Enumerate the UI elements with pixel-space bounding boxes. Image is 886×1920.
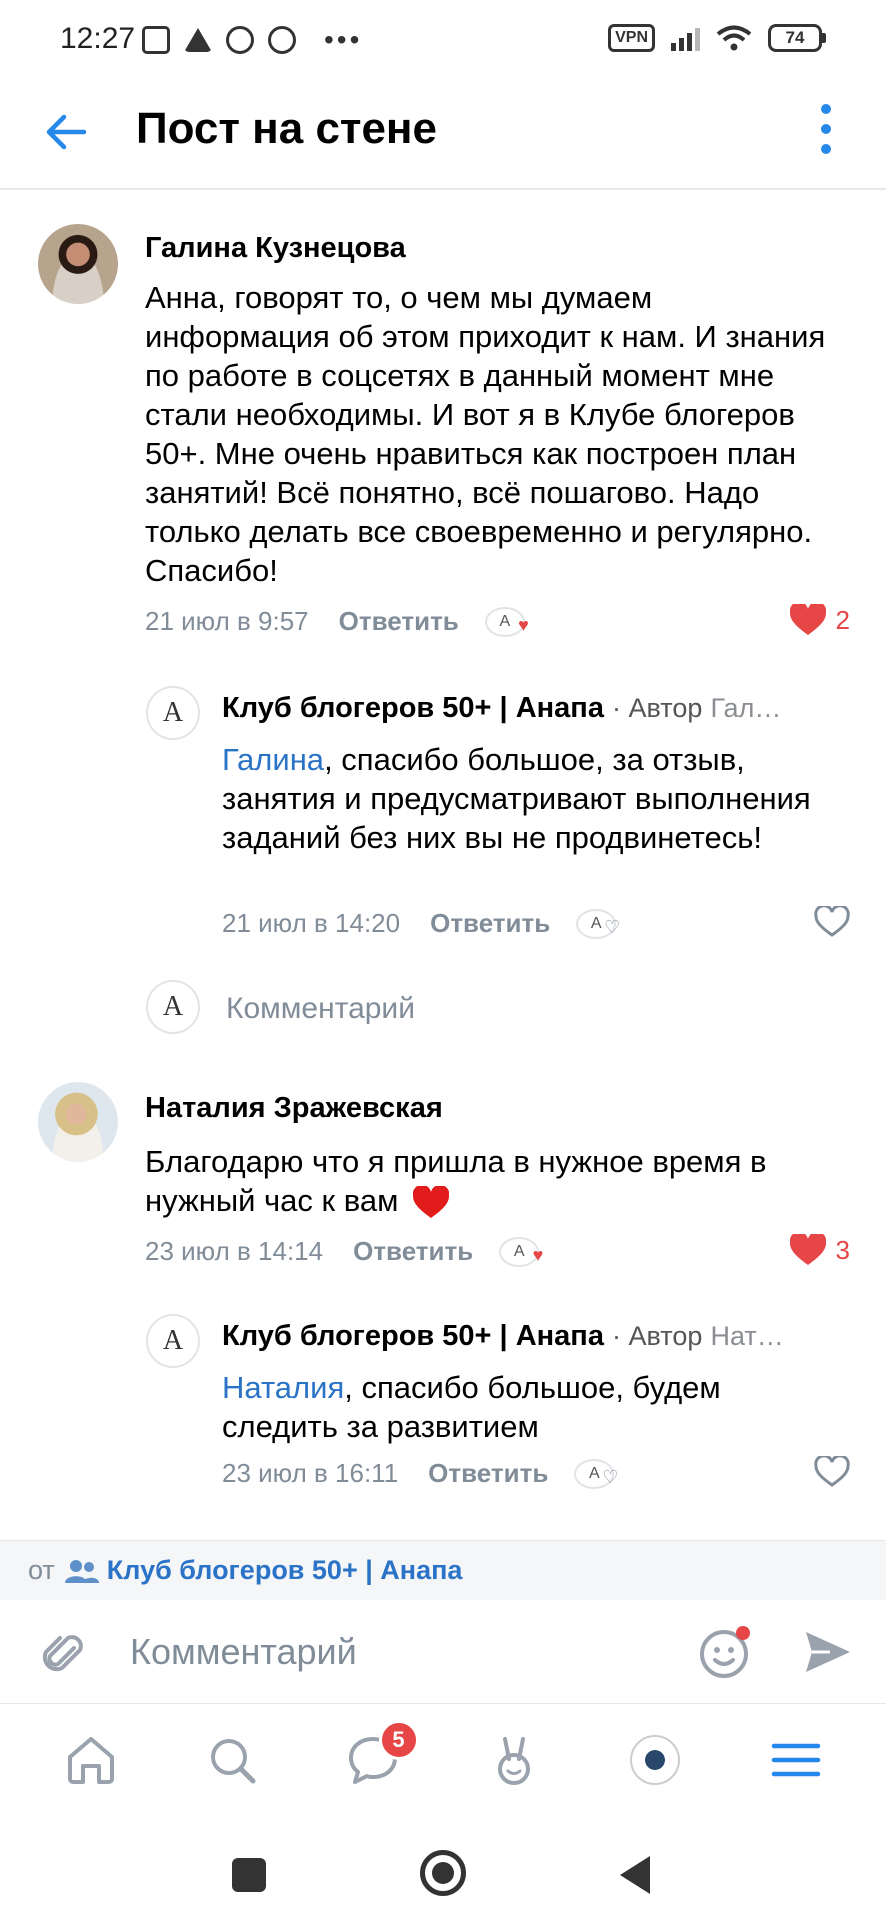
hamburger-menu-icon (771, 1743, 820, 1777)
heart-icon (789, 1234, 826, 1265)
post-as-bar[interactable]: от Клуб блогеров 50+ | Анапа (0, 1540, 886, 1600)
status-bar: 12:27 ••• VPN 74 (0, 0, 886, 80)
avatar[interactable] (38, 224, 118, 304)
page-title: Пост на стене (136, 104, 437, 153)
like-button[interactable] (814, 906, 850, 938)
reply-meta: 23 июл в 16:11 Ответить A ♡ (222, 1458, 618, 1489)
nfc-icon (142, 26, 170, 54)
author-reaction-icon: A ♡ (574, 1458, 618, 1489)
emoji-icon[interactable] (698, 1624, 754, 1680)
bottom-tab-bar: 5 (0, 1704, 886, 1816)
author-badge: · Автор (612, 693, 703, 723)
wifi-icon (716, 25, 752, 51)
status-system-icons: VPN 74 (608, 24, 826, 52)
status-notification-icons: ••• (142, 24, 362, 56)
comment-text: Благодарю что я пришла в нужное время в … (145, 1144, 767, 1218)
reply-date: 23 июл в 16:11 (222, 1458, 399, 1488)
red-heart-emoji-icon (413, 1185, 450, 1218)
home-icon (67, 1737, 114, 1784)
reply-date: 21 июл в 14:20 (222, 908, 401, 938)
reply-button[interactable]: Ответить (428, 1458, 548, 1489)
more-notifications-icon: ••• (324, 24, 363, 55)
tab-search[interactable] (202, 1730, 262, 1790)
comment-composer (0, 1600, 886, 1704)
heart-icon (789, 604, 826, 635)
like-button[interactable]: 2 (789, 604, 850, 636)
comment-author[interactable]: Наталия Зражевская (145, 1092, 443, 1125)
profile-avatar (629, 1735, 680, 1785)
author-reaction-icon: A ♡ (576, 908, 620, 939)
tab-clips[interactable] (484, 1730, 544, 1790)
comment-text: Анна, говорят то, о чем мы думаем информ… (145, 280, 826, 588)
comment-date: 23 июл в 14:14 (145, 1236, 324, 1266)
app-header: Пост на стене (0, 80, 886, 190)
tab-profile[interactable] (625, 1730, 685, 1790)
like-count: 3 (835, 1234, 850, 1265)
mention-link[interactable]: Галина (222, 742, 324, 777)
comment-meta: 21 июл в 9:57 Ответить A ♥ (145, 606, 529, 637)
tab-menu[interactable] (766, 1730, 826, 1790)
club-avatar[interactable]: A (146, 1314, 200, 1368)
send-icon[interactable] (804, 1630, 852, 1674)
clips-icon (497, 1737, 530, 1785)
reply-author[interactable]: Клуб блогеров 50+ | Анапа · Автор Нат… (222, 1320, 784, 1353)
reply-meta: 21 июл в 14:20 Ответить A ♡ (222, 908, 620, 939)
author-reaction-icon: A ♥ (484, 606, 529, 637)
telegram-icon (184, 28, 212, 52)
battery-level: 74 (768, 24, 822, 52)
reply-author[interactable]: Клуб блогеров 50+ | Анапа · Автор Гал… (222, 692, 781, 725)
messages-badge: 5 (378, 1720, 419, 1760)
reply-text: Галина, спасибо большое, за отзыв, занят… (222, 742, 811, 855)
mention-link[interactable]: Наталия (222, 1370, 344, 1405)
signal-icon (671, 25, 700, 51)
attach-icon[interactable] (40, 1630, 88, 1678)
club-avatar[interactable]: A (146, 686, 200, 740)
home-button[interactable] (420, 1850, 466, 1896)
group-icon (64, 1559, 99, 1583)
notification-icon (226, 26, 254, 54)
reply-to-name: Нат… (710, 1321, 784, 1351)
chatgpt-icon (268, 26, 296, 54)
reply-button[interactable]: Ответить (430, 908, 550, 939)
search-icon (210, 1739, 255, 1784)
like-count: 2 (835, 604, 850, 635)
club-avatar: A (146, 980, 200, 1034)
comment-date: 21 июл в 9:57 (145, 606, 309, 636)
like-button[interactable] (814, 1456, 850, 1488)
battery-icon: 74 (768, 24, 826, 52)
back-arrow-icon[interactable] (40, 106, 92, 158)
heart-outline-icon (814, 906, 850, 937)
comment-meta: 23 июл в 14:14 Ответить A ♥ (145, 1236, 543, 1267)
comment-author[interactable]: Галина Кузнецова (145, 232, 406, 265)
vpn-icon: VPN (608, 24, 655, 52)
tab-home[interactable] (61, 1730, 121, 1790)
status-time: 12:27 (60, 22, 136, 55)
recents-button[interactable] (232, 1858, 266, 1892)
reply-comment-input[interactable]: Комментарий (226, 992, 415, 1026)
group-name: Клуб блогеров 50+ | Анапа (106, 1555, 463, 1585)
heart-outline-icon (814, 1456, 850, 1487)
back-button[interactable] (620, 1856, 650, 1894)
reply-text: Наталия, спасибо большое, будем следить … (222, 1370, 721, 1444)
author-badge: · Автор (612, 1321, 703, 1351)
reply-to-name: Гал… (710, 693, 782, 723)
tab-messages[interactable]: 5 (343, 1720, 419, 1790)
reply-button[interactable]: Ответить (353, 1236, 473, 1267)
author-reaction-icon: A ♥ (499, 1236, 543, 1267)
more-menu-icon[interactable] (818, 104, 834, 154)
from-label: от (28, 1555, 55, 1585)
system-navigation-bar (0, 1816, 886, 1920)
like-button[interactable]: 3 (789, 1234, 850, 1266)
comment-input[interactable] (130, 1622, 670, 1682)
reply-button[interactable]: Ответить (339, 606, 459, 637)
avatar[interactable] (38, 1082, 118, 1162)
